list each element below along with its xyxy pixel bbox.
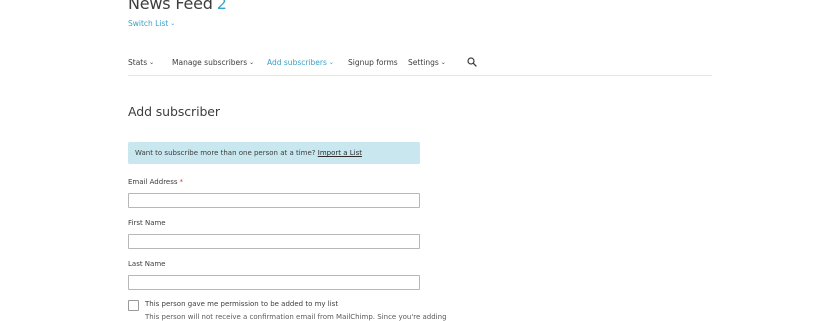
- permission-checkbox[interactable]: [128, 300, 139, 311]
- email-label-text: Email Address: [128, 178, 178, 186]
- list-name: News Feed: [128, 0, 213, 13]
- nav-item-settings[interactable]: Settings ⌄: [408, 58, 446, 67]
- nav-item-label: Settings: [408, 58, 439, 67]
- nav-item-stats[interactable]: Stats ⌄: [128, 58, 154, 67]
- nav-item-signup-forms[interactable]: Signup forms: [348, 58, 398, 67]
- first-name-label: First Name: [128, 219, 166, 227]
- switch-list-label: Switch List: [128, 19, 169, 28]
- list-nav: Stats ⌄ Manage subscribers ⌄ Add subscribe…: [128, 57, 712, 76]
- permission-label[interactable]: This person gave me permission to be add…: [145, 300, 338, 308]
- email-label: Email Address *: [128, 178, 183, 186]
- chevron-down-icon: ⌄: [249, 59, 255, 66]
- page-title: Add subscriber: [128, 104, 220, 119]
- first-name-field[interactable]: [128, 234, 420, 249]
- chevron-down-icon: ⌄: [328, 59, 334, 66]
- search-icon[interactable]: [467, 57, 477, 67]
- required-mark: *: [179, 178, 184, 186]
- nav-item-add-subscribers[interactable]: Add subscribers ⌄: [267, 58, 334, 67]
- chevron-down-icon: ⌄: [170, 20, 176, 27]
- nav-item-label: Signup forms: [348, 58, 398, 67]
- import-list-link[interactable]: Import a List: [318, 149, 362, 157]
- nav-item-label: Add subscribers: [267, 58, 327, 67]
- email-field[interactable]: [128, 193, 420, 208]
- list-title: News Feed 2: [128, 0, 227, 13]
- chevron-down-icon: ⌄: [440, 59, 446, 66]
- banner-text: Want to subscribe more than one person a…: [135, 149, 316, 157]
- switch-list-link[interactable]: Switch List ⌄: [128, 19, 175, 28]
- last-name-label: Last Name: [128, 260, 166, 268]
- chevron-down-icon: ⌄: [149, 59, 155, 66]
- last-name-field[interactable]: [128, 275, 420, 290]
- import-banner: Want to subscribe more than one person a…: [128, 142, 420, 164]
- nav-item-label: Stats: [128, 58, 148, 67]
- nav-item-label: Manage subscribers: [172, 58, 248, 67]
- list-count: 2: [216, 0, 227, 13]
- nav-item-manage-subscribers[interactable]: Manage subscribers ⌄: [172, 58, 254, 67]
